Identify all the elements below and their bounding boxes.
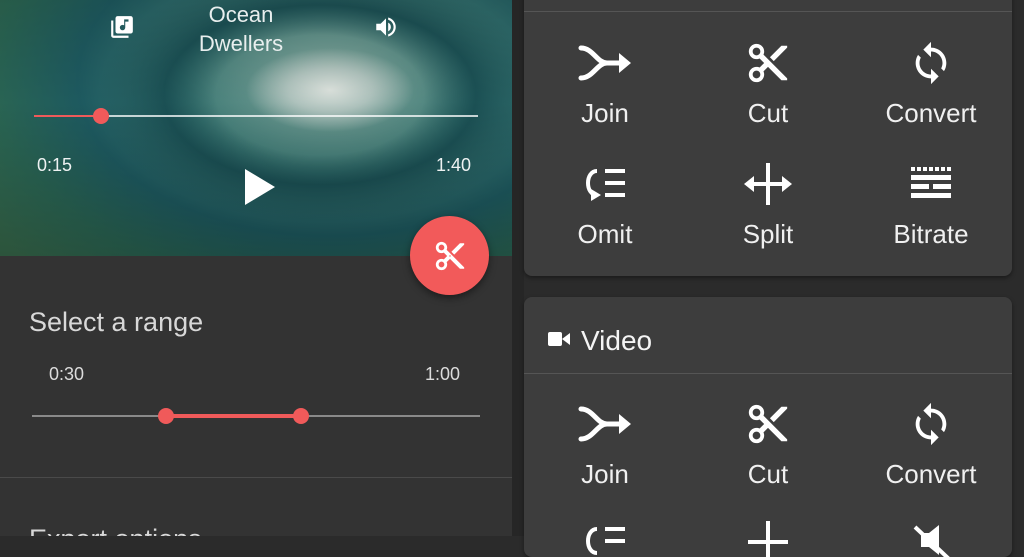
video-tool-join[interactable]: Join [524, 401, 686, 490]
range-label: Select a range [29, 307, 204, 337]
track-title-line2: Dwellers [198, 31, 284, 56]
audio-tools-card: Join Cut Convert Omit Split Bitrate [524, 0, 1012, 276]
video-tool-cut[interactable]: Cut [687, 401, 849, 490]
range-slider[interactable] [32, 408, 480, 424]
range-start-time: 0:30 [49, 364, 85, 384]
video-card-header: Video [524, 297, 1012, 373]
tool-convert[interactable]: Convert [850, 40, 1012, 129]
current-time: 0:15 [37, 155, 73, 175]
video-card-title: Video [581, 325, 653, 356]
omit-icon [586, 527, 625, 555]
mute-icon [913, 525, 950, 557]
range-start-handle[interactable] [158, 408, 175, 424]
track-title: Ocean Dwellers [178, 0, 304, 58]
cut-fab-button[interactable] [410, 216, 489, 295]
video-tool-split-partial[interactable] [687, 519, 849, 557]
play-button[interactable] [243, 167, 277, 207]
convert-icon [915, 402, 947, 446]
video-tools-card: Video Join Cut Convert [524, 297, 1012, 557]
split-icon [748, 521, 788, 557]
tool-join[interactable]: Join [524, 40, 686, 129]
range-selection [166, 414, 301, 418]
section-divider [0, 477, 512, 478]
scissors-icon [748, 404, 788, 444]
range-end-time: 1:00 [425, 364, 461, 384]
playback-seekbar[interactable] [34, 108, 478, 124]
seekbar-thumb[interactable] [92, 108, 109, 124]
video-tool-convert[interactable]: Convert [850, 401, 1012, 490]
total-time: 1:40 [436, 155, 472, 175]
tool-omit[interactable]: Omit [524, 161, 686, 250]
range-end-handle[interactable] [292, 408, 309, 424]
play-icon [245, 169, 275, 205]
video-tool-omit-partial[interactable] [524, 519, 686, 557]
scissors-icon [748, 43, 788, 83]
track-title-line1: Ocean [208, 2, 274, 27]
editor-panel: Ocean Dwellers 0:15 1:40 Select a range … [0, 0, 512, 536]
bitrate-icon [911, 167, 951, 198]
join-icon [578, 406, 631, 442]
videocam-icon [548, 332, 570, 346]
join-icon [578, 45, 631, 81]
split-icon [744, 163, 792, 205]
next-section-label: Export options [29, 524, 202, 536]
tool-cut[interactable]: Cut [687, 40, 849, 129]
music-library-icon[interactable] [109, 14, 135, 40]
seekbar-progress [34, 115, 101, 117]
tool-split[interactable]: Split [687, 161, 849, 250]
scissors-icon [435, 241, 464, 270]
omit-icon [586, 169, 625, 201]
convert-icon [915, 41, 947, 85]
tool-bitrate[interactable]: Bitrate [850, 161, 1012, 250]
volume-icon[interactable] [373, 14, 399, 40]
video-tool-mute-partial[interactable] [850, 519, 1012, 557]
